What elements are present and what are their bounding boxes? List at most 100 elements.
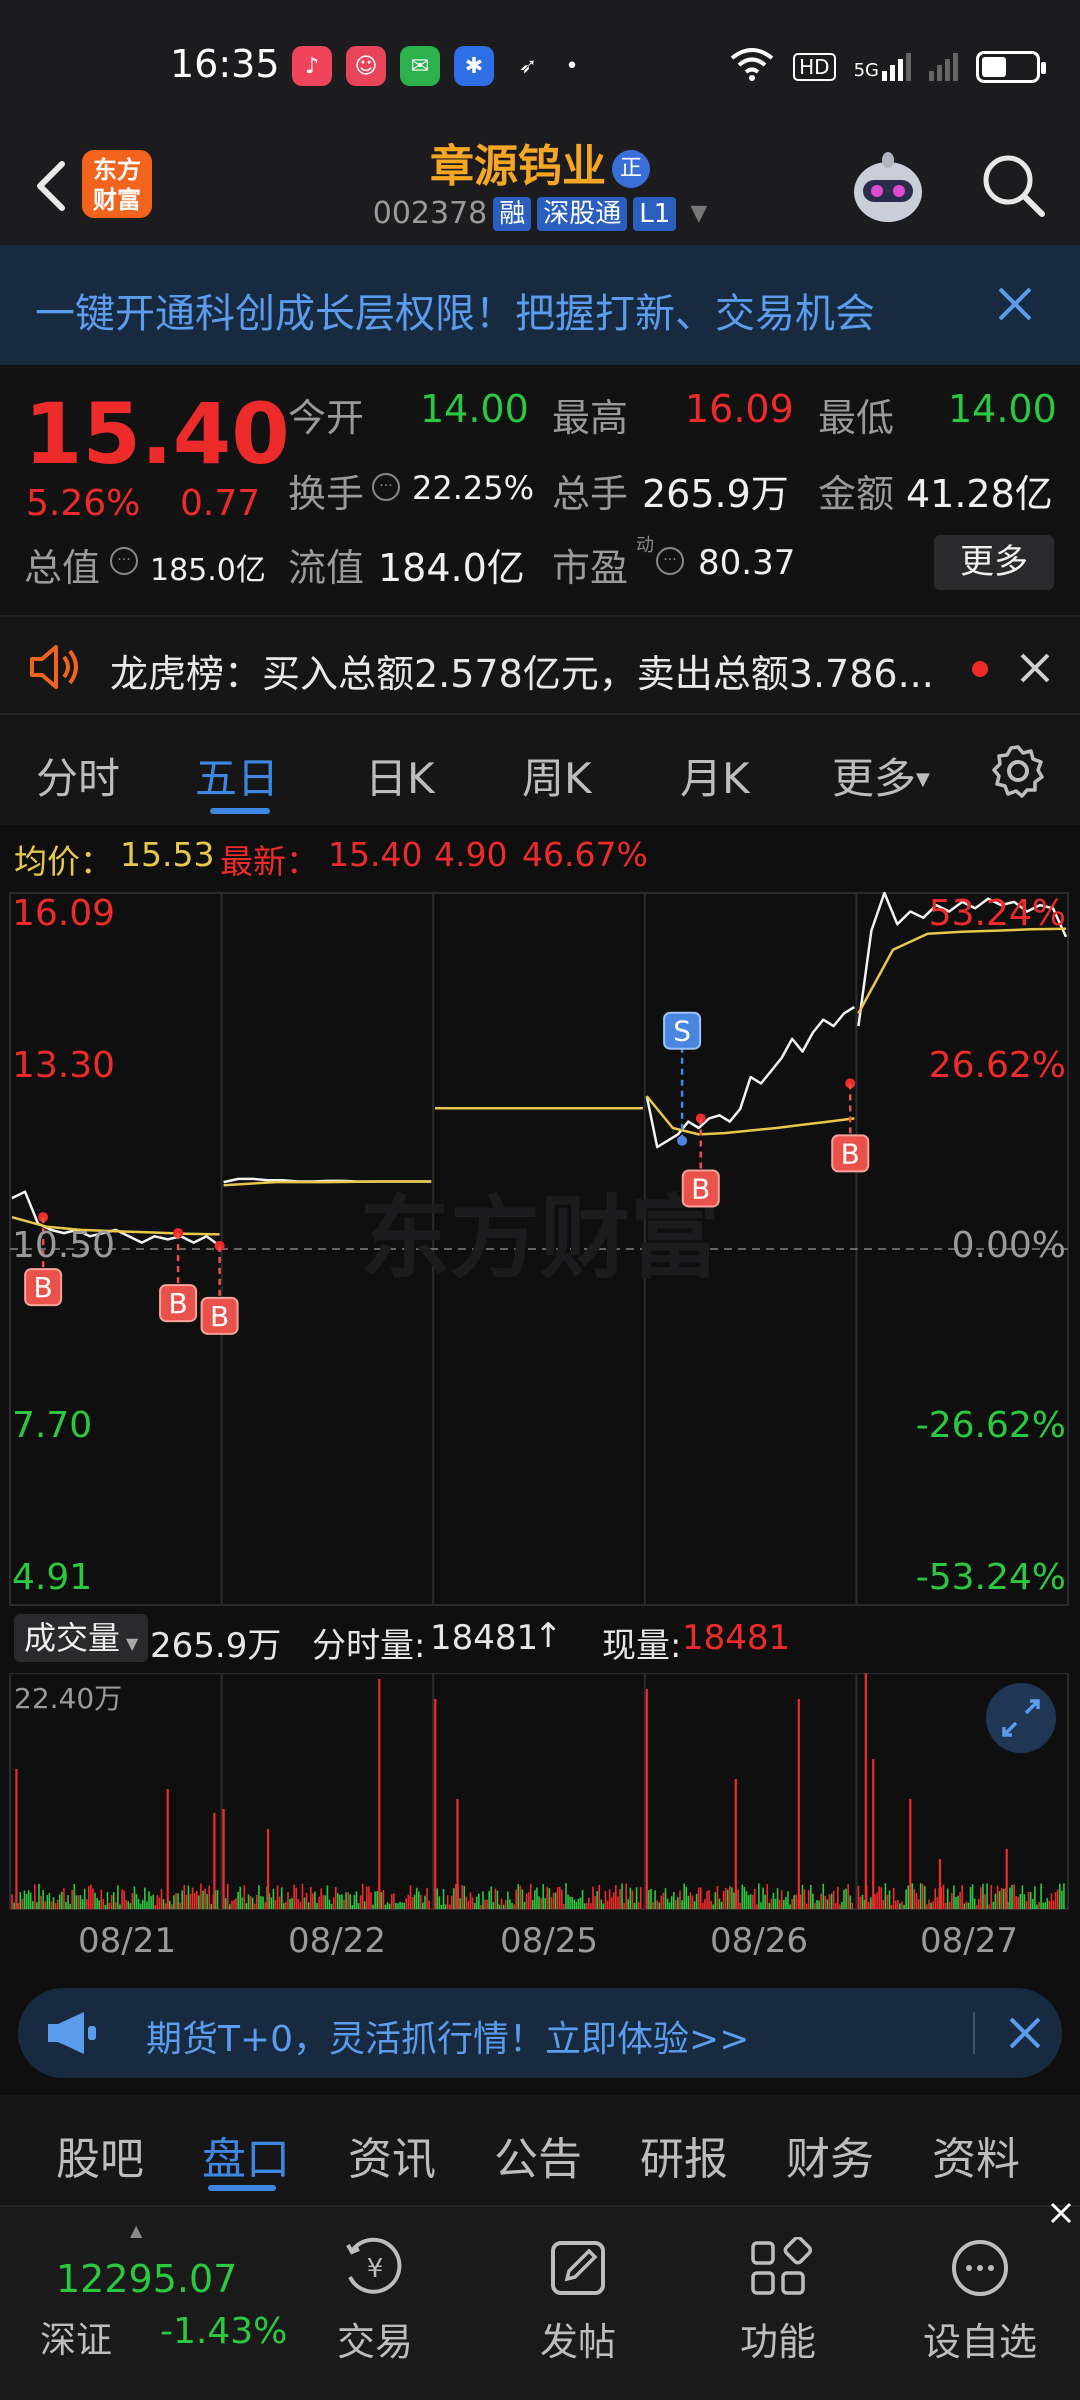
high-value: 16.09 <box>685 387 794 431</box>
close-icon <box>1050 2202 1072 2224</box>
dock-close-button[interactable] <box>1048 2200 1074 2226</box>
expand-icon <box>1002 1699 1040 1737</box>
dragon-tiger-banner[interactable]: 龙虎榜：买入总额2.578亿元，卖出总额3.786... <box>0 615 1080 715</box>
pe-value: 80.37 <box>698 543 796 583</box>
feather-icon: ➶ <box>518 53 538 79</box>
futures-text: 期货T+0，灵活抓行情！立即体验>> <box>146 2019 750 2060</box>
chart-tabs: 分时 五日 日K 周K 月K 更多▼ <box>0 715 1080 825</box>
promo-close-button[interactable] <box>990 279 1040 329</box>
close-icon <box>998 287 1032 321</box>
latest-pct: 46.67% <box>522 835 648 874</box>
more-dot-icon: • <box>565 53 579 79</box>
volume-chart[interactable]: 22.40万 <box>0 1672 1080 1913</box>
index-value[interactable]: 12295.07 <box>56 2257 237 2301</box>
signal-label: 5G <box>853 60 879 81</box>
turnover-value: 22.25% <box>412 469 535 507</box>
tab-forum[interactable]: 股吧 <box>56 2123 144 2187</box>
more-button[interactable]: 更多 <box>934 535 1054 590</box>
tab-monthly-k[interactable]: 月K <box>680 745 750 806</box>
tab-research[interactable]: 研报 <box>640 2123 728 2187</box>
signal-5g-icon: 5G <box>854 53 911 81</box>
tab-weekly-k[interactable]: 周K <box>522 745 592 806</box>
tab-orderbook[interactable]: 盘口 <box>202 2123 290 2187</box>
buy-marker-label: B <box>691 1172 710 1205</box>
latest-change: 4.90 <box>434 835 508 874</box>
tab-finance[interactable]: 财务 <box>786 2123 874 2187</box>
post-button[interactable]: 发帖 <box>508 2237 648 2366</box>
info-tabs: 股吧 盘口 资讯 公告 研报 财务 资料 <box>0 2095 1080 2205</box>
y-pct-label: -53.24% <box>915 1557 1066 1598</box>
tab-intraday[interactable]: 分时 <box>36 745 120 806</box>
volume-dropdown[interactable]: 成交量 ▼ <box>14 1614 148 1662</box>
tag-level: L1 <box>633 196 677 231</box>
stock-header: 东方财富 章源钨业正 002378 融 深股通 L1 ▼ <box>0 130 1080 245</box>
tag-connect: 深股通 <box>537 196 628 231</box>
pe-label: 市盈 <box>552 546 629 590</box>
futures-close-button[interactable] <box>1006 2014 1044 2052</box>
futures-banner[interactable]: 期货T+0，灵活抓行情！立即体验>> <box>18 1988 1062 2078</box>
close-icon <box>1009 2017 1041 2049</box>
svg-text:¥: ¥ <box>367 2254 384 2284</box>
dock-label: 交易 <box>336 2320 413 2364</box>
info-icon[interactable]: ··· <box>656 547 684 575</box>
tab-five-day[interactable]: 五日 <box>195 745 279 806</box>
tab-profile[interactable]: 资料 <box>932 2123 1020 2187</box>
promo-banner[interactable]: 一键开通科创成长层权限！把握打新、交易机会 <box>0 245 1080 365</box>
y-price-label: 7.70 <box>12 1405 93 1446</box>
high-label: 最高 <box>552 396 629 440</box>
wechat-icon: ✉ <box>400 46 440 86</box>
y-pct-label: 53.24% <box>928 893 1066 934</box>
tag-margin: 融 <box>493 196 532 231</box>
tab-news[interactable]: 资讯 <box>348 2123 436 2187</box>
functions-button[interactable]: 功能 <box>708 2237 848 2366</box>
add-watchlist-button[interactable]: 设自选 <box>910 2237 1050 2366</box>
volume-value: 265.9万 <box>642 472 789 516</box>
status-right: HD 5G <box>729 46 1046 88</box>
date-label: 08/22 <box>288 1921 386 1961</box>
stock-badge-icon: 正 <box>612 150 650 188</box>
watermark: 东方财富 <box>360 1186 720 1291</box>
game-app-icon: ☺ <box>346 46 386 86</box>
yen-circle-icon: ¥ <box>346 2237 402 2294</box>
search-icon <box>983 155 1045 217</box>
x-axis-dates: 08/21 08/22 08/25 08/26 08/27 <box>0 1913 1080 1973</box>
robot-assistant-icon[interactable] <box>845 146 931 232</box>
index-pct[interactable]: -1.43% <box>160 2311 287 2352</box>
more-circle-icon <box>952 2240 1008 2296</box>
tab-more[interactable]: 更多▼ <box>832 745 930 806</box>
divider <box>973 2012 975 2054</box>
settings-button[interactable] <box>990 743 1046 799</box>
date-label: 08/27 <box>920 1921 1018 1961</box>
five-day-chart[interactable]: 东方财富 B B B S B B 16.09 13.30 10.50 7.70 4.91 5… <box>0 883 1080 1608</box>
index-name[interactable]: 深证 <box>40 2311 112 2363</box>
buy-marker-label: B <box>841 1137 860 1170</box>
status-time: 16:35 <box>170 42 280 86</box>
latest-value: 15.40 <box>328 835 423 874</box>
unread-dot <box>972 661 988 677</box>
info-icon[interactable]: ··· <box>110 547 138 575</box>
pe-sup: 动 <box>636 535 654 556</box>
date-label: 08/25 <box>500 1921 598 1961</box>
tab-announcements[interactable]: 公告 <box>494 2123 582 2187</box>
expand-chart-button[interactable] <box>986 1683 1056 1753</box>
caret-up-icon[interactable]: ▲ <box>130 2221 142 2240</box>
y-pct-label: -26.62% <box>915 1405 1066 1446</box>
signal-2-icon <box>929 53 958 81</box>
chevron-down-icon[interactable]: ▼ <box>690 201 707 226</box>
float-label: 流值 <box>288 546 365 590</box>
search-button[interactable] <box>976 148 1052 224</box>
amount-value: 41.28亿 <box>906 472 1053 516</box>
megaphone-icon <box>44 2010 100 2056</box>
current-volume-value: 18481 <box>682 1618 791 1658</box>
dragon-close-button[interactable] <box>1016 649 1054 687</box>
promo-text: 一键开通科创成长层权限！把握打新、交易机会 <box>35 291 875 337</box>
avg-value: 15.53 <box>120 835 215 874</box>
tab-daily-k[interactable]: 日K <box>365 745 435 806</box>
current-volume-label: 现量: <box>602 1626 682 1666</box>
dock-label: 功能 <box>739 2320 816 2364</box>
y-price-label: 16.09 <box>12 893 116 934</box>
trade-button[interactable]: ¥ 交易 <box>305 2237 445 2366</box>
info-icon[interactable]: ··· <box>372 473 400 501</box>
avg-price-line <box>857 927 1067 1014</box>
quote-panel: 15.40 5.26% 0.77 今开 14.00 最高 16.09 最低 14… <box>0 365 1080 615</box>
